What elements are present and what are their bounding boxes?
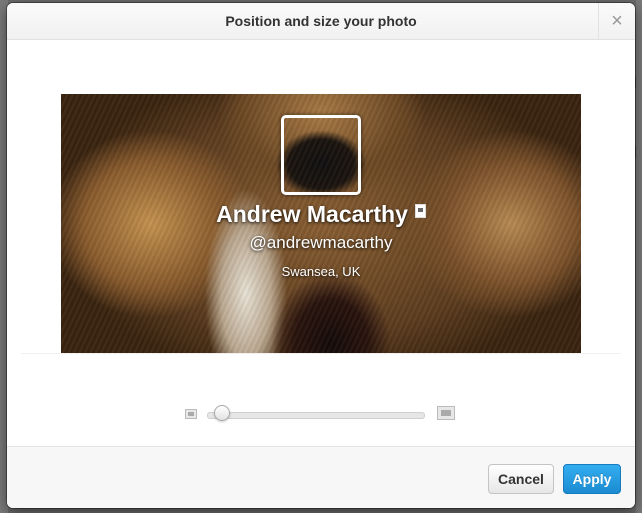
dialog-title: Position and size your photo	[225, 13, 417, 29]
apply-button[interactable]: Apply	[563, 464, 621, 494]
background-edge-right	[636, 0, 642, 513]
photo-dialog: Position and size your photo × Andrew Ma…	[7, 3, 635, 508]
zoom-out-icon	[185, 409, 197, 419]
divider	[21, 353, 621, 354]
dialog-header: Position and size your photo ×	[7, 3, 635, 40]
zoom-control	[185, 403, 457, 427]
profile-location: Swansea, UK	[281, 264, 361, 279]
header-photo-crop-area[interactable]: Andrew Macarthy @andrewmacarthy Swansea,…	[61, 94, 581, 354]
dialog-footer: Cancel Apply	[7, 446, 635, 508]
zoom-slider-track[interactable]	[207, 412, 425, 419]
profile-name-row: Andrew Macarthy	[61, 201, 581, 228]
close-icon: ×	[611, 10, 623, 32]
cancel-button[interactable]: Cancel	[488, 464, 554, 494]
profile-badge-icon	[414, 204, 426, 218]
profile-name: Andrew Macarthy	[216, 201, 408, 227]
profile-handle: @andrewmacarthy	[249, 233, 393, 252]
close-button[interactable]: ×	[598, 3, 635, 39]
zoom-in-icon	[437, 406, 455, 420]
zoom-slider-handle[interactable]	[214, 405, 230, 421]
avatar-placeholder	[281, 115, 361, 195]
